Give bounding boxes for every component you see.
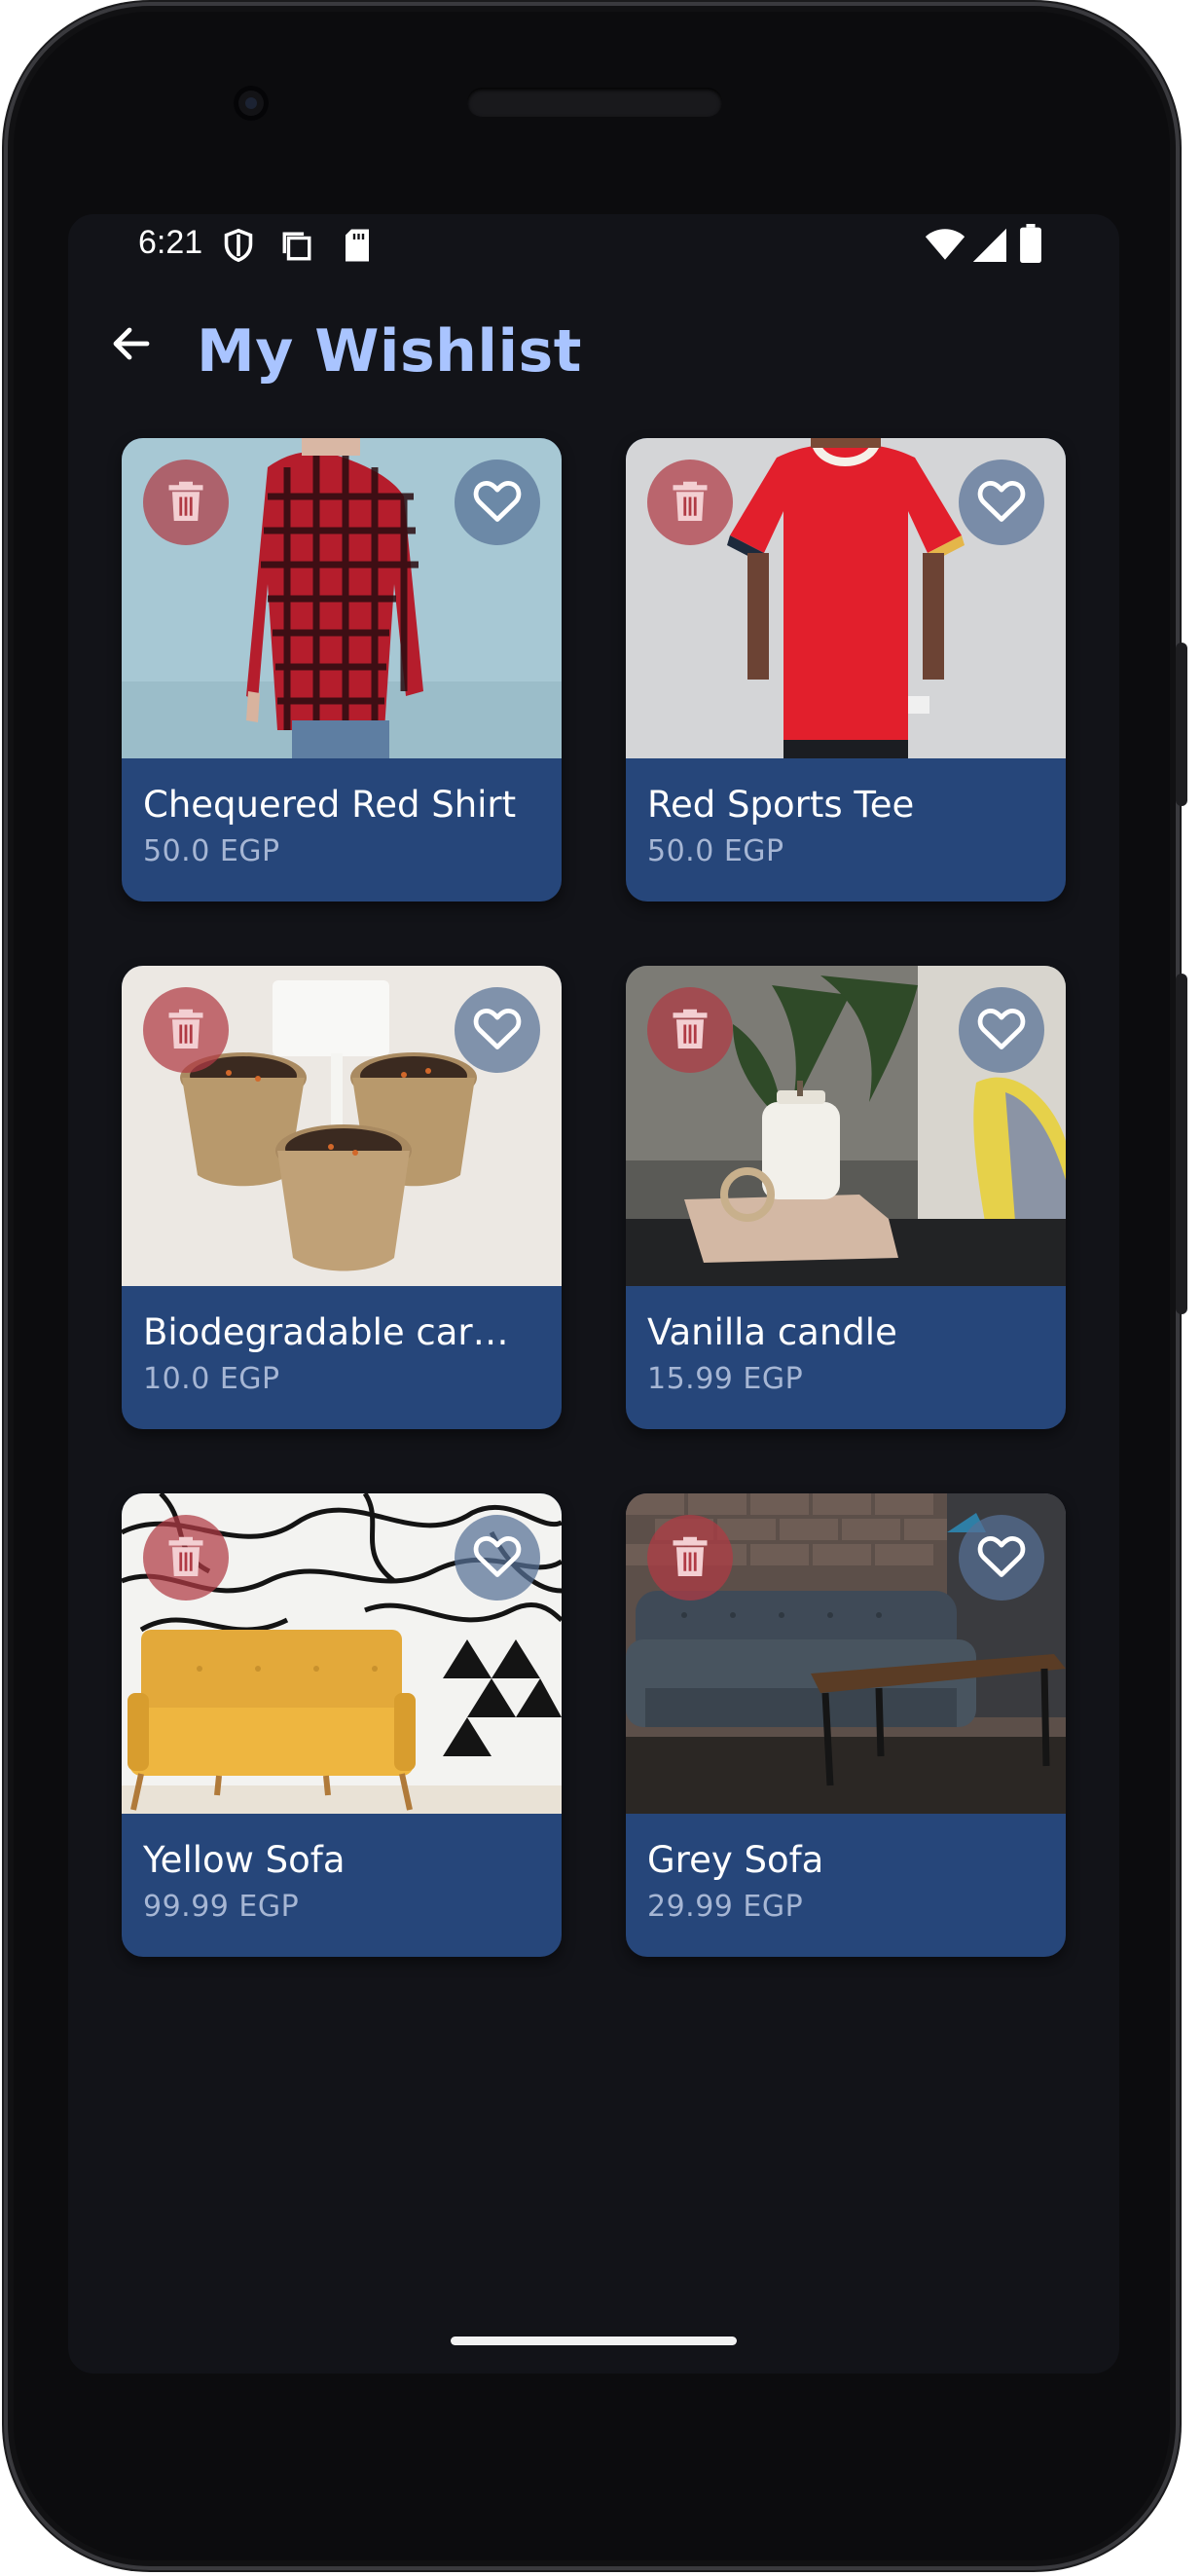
wifi-icon <box>925 226 965 267</box>
remove-item-button[interactable] <box>143 1515 229 1601</box>
favorite-button[interactable] <box>959 987 1044 1073</box>
wishlist-card[interactable]: Chequered Red Shirt 50.0 EGP <box>122 438 562 902</box>
product-price: 99.99 EGP <box>143 1890 300 1924</box>
product-name: Red Sports Tee <box>647 784 915 826</box>
product-price: 10.0 EGP <box>143 1362 280 1396</box>
remove-item-button[interactable] <box>647 1515 733 1601</box>
wishlist-card[interactable]: Red Sports Tee 50.0 EGP <box>626 438 1066 902</box>
home-indicator[interactable] <box>451 2337 737 2345</box>
product-price: 15.99 EGP <box>647 1362 804 1396</box>
favorite-button[interactable] <box>455 987 540 1073</box>
remove-item-button[interactable] <box>143 460 229 545</box>
product-image <box>122 1493 562 1814</box>
product-name: Vanilla candle <box>647 1311 897 1353</box>
sd-card-icon <box>343 228 372 267</box>
product-price: 50.0 EGP <box>143 834 280 868</box>
product-name: Biodegradable car… <box>143 1311 509 1353</box>
heart-outline-icon <box>472 1005 523 1055</box>
power-button <box>1176 643 1187 806</box>
signal-icon <box>971 226 1006 267</box>
trash-icon <box>165 478 206 527</box>
remove-item-button[interactable] <box>647 460 733 545</box>
favorite-button[interactable] <box>455 460 540 545</box>
volume-button <box>1176 974 1187 1314</box>
favorite-button[interactable] <box>455 1515 540 1601</box>
trash-icon <box>165 1533 206 1582</box>
wishlist-card[interactable]: Vanilla candle 15.99 EGP <box>626 966 1066 1429</box>
battery-icon <box>1020 224 1041 267</box>
card-info: Chequered Red Shirt 50.0 EGP <box>122 758 562 902</box>
product-image <box>626 438 1066 758</box>
back-button[interactable] <box>97 312 165 380</box>
product-name: Yellow Sofa <box>143 1839 346 1881</box>
screen: 6:21 My Wishlist Chequered Red Shirt 50.… <box>68 214 1119 2374</box>
product-image <box>122 438 562 758</box>
earpiece-speaker <box>467 88 722 117</box>
product-price: 29.99 EGP <box>647 1890 804 1924</box>
arrow-left-icon <box>108 320 155 371</box>
product-price: 50.0 EGP <box>647 834 784 868</box>
heart-outline-icon <box>976 477 1027 528</box>
favorite-button[interactable] <box>959 1515 1044 1601</box>
card-info: Biodegradable car… 10.0 EGP <box>122 1286 562 1429</box>
status-bar: 6:21 <box>68 214 1119 276</box>
card-info: Grey Sofa 29.99 EGP <box>626 1814 1066 1957</box>
trash-icon <box>670 1006 710 1054</box>
wishlist-card[interactable]: Biodegradable car… 10.0 EGP <box>122 966 562 1429</box>
shield-icon <box>222 228 255 267</box>
card-info: Red Sports Tee 50.0 EGP <box>626 758 1066 902</box>
trash-icon <box>165 1006 206 1054</box>
heart-outline-icon <box>976 1532 1027 1583</box>
remove-item-button[interactable] <box>143 987 229 1073</box>
wishlist-card[interactable]: Grey Sofa 29.99 EGP <box>626 1493 1066 1957</box>
copy-icon <box>280 230 313 267</box>
favorite-button[interactable] <box>959 460 1044 545</box>
heart-outline-icon <box>472 477 523 528</box>
product-name: Grey Sofa <box>647 1839 824 1881</box>
wishlist-card[interactable]: Yellow Sofa 99.99 EGP <box>122 1493 562 1957</box>
trash-icon <box>670 1533 710 1582</box>
heart-outline-icon <box>472 1532 523 1583</box>
product-image <box>626 1493 1066 1814</box>
remove-item-button[interactable] <box>647 987 733 1073</box>
heart-outline-icon <box>976 1005 1027 1055</box>
product-image <box>626 966 1066 1286</box>
front-camera <box>234 86 269 121</box>
product-image <box>122 966 562 1286</box>
trash-icon <box>670 478 710 527</box>
page-title: My Wishlist <box>197 317 582 386</box>
card-info: Yellow Sofa 99.99 EGP <box>122 1814 562 1957</box>
app-bar: My Wishlist <box>68 292 1119 399</box>
product-name: Chequered Red Shirt <box>143 784 517 826</box>
card-info: Vanilla candle 15.99 EGP <box>626 1286 1066 1429</box>
status-time: 6:21 <box>138 224 203 261</box>
